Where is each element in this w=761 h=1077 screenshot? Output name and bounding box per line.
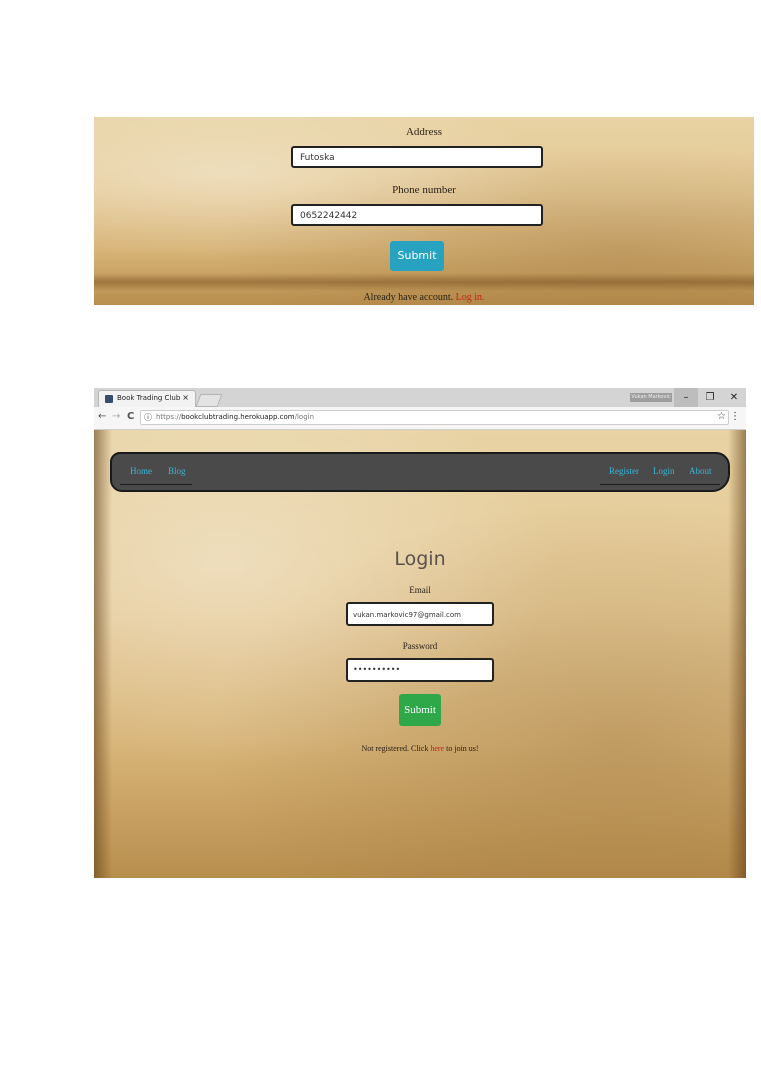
forward-arrow-icon[interactable]: → [112, 411, 120, 422]
browser-tab-bar: Book Trading Club × Vukan Markovic – ❐ ✕ [94, 388, 746, 407]
nav-register-link[interactable]: Register [609, 466, 639, 476]
submit-button[interactable]: Submit [390, 241, 444, 271]
nav-blog-link[interactable]: Blog [168, 466, 186, 476]
url-input[interactable]: ⓘ https://bookclubtrading.herokuapp.com/… [140, 410, 729, 425]
password-label: Password [402, 641, 438, 651]
register-prompt: Not registered. Click here to join us! [94, 744, 746, 753]
window-close-icon[interactable]: ✕ [722, 388, 746, 407]
minimize-icon[interactable]: – [674, 388, 698, 407]
tab-title: Book Trading Club [117, 394, 181, 402]
login-page-screenshot: Book Trading Club × Vukan Markovic – ❐ ✕… [94, 388, 746, 878]
left-edge-shadow [94, 430, 112, 878]
nav-right-underline [600, 484, 720, 485]
bookmark-star-icon[interactable]: ☆ [717, 411, 726, 422]
address-label: Address [405, 126, 443, 138]
nav-left-underline [120, 484, 192, 485]
page-viewport: Home Blog Register Login About Login Ema… [94, 430, 746, 878]
registration-form-screenshot: Address Futoska Phone number 0652242442 … [94, 117, 754, 305]
register-here-link[interactable]: here [430, 744, 444, 753]
nav-login-link[interactable]: Login [653, 466, 675, 476]
nav-home-link[interactable]: Home [130, 466, 152, 476]
book-favicon-icon [105, 395, 113, 403]
tab-close-icon[interactable]: × [182, 393, 189, 402]
phone-label: Phone number [392, 184, 456, 196]
email-input[interactable]: vukan.markovic97@gmail.com [346, 602, 494, 626]
right-edge-shadow [728, 430, 746, 878]
browser-tab[interactable]: Book Trading Club × [98, 390, 196, 407]
parchment-stain [94, 273, 754, 291]
address-input[interactable]: Futoska [291, 146, 543, 168]
nav-about-link[interactable]: About [689, 466, 712, 476]
restore-icon[interactable]: ❐ [698, 388, 722, 407]
browser-menu-icon[interactable]: ⋮ [730, 411, 740, 422]
register-prompt-prefix: Not registered. Click [361, 744, 429, 753]
profile-name-badge[interactable]: Vukan Markovic [630, 393, 672, 402]
login-prompt-text: Already have account. [363, 292, 454, 303]
reload-icon[interactable]: C [127, 411, 134, 422]
site-navbar: Home Blog Register Login About [110, 452, 730, 492]
page-title: Login [394, 548, 446, 570]
phone-input[interactable]: 0652242442 [291, 204, 543, 226]
back-arrow-icon[interactable]: ← [98, 411, 106, 422]
login-link[interactable]: Log in. [456, 292, 485, 303]
email-label: Email [409, 585, 431, 595]
login-prompt: Already have account. Log in. [94, 292, 754, 303]
login-submit-button[interactable]: Submit [399, 694, 441, 726]
address-bar: ← → C ⓘ https://bookclubtrading.herokuap… [94, 407, 746, 430]
register-prompt-suffix: to join us! [446, 744, 479, 753]
new-tab-button[interactable] [195, 394, 223, 407]
password-input[interactable]: •••••••••• [346, 658, 494, 682]
url-text: https://bookclubtrading.herokuapp.com/lo… [156, 413, 315, 421]
site-info-icon[interactable]: ⓘ [144, 412, 152, 423]
